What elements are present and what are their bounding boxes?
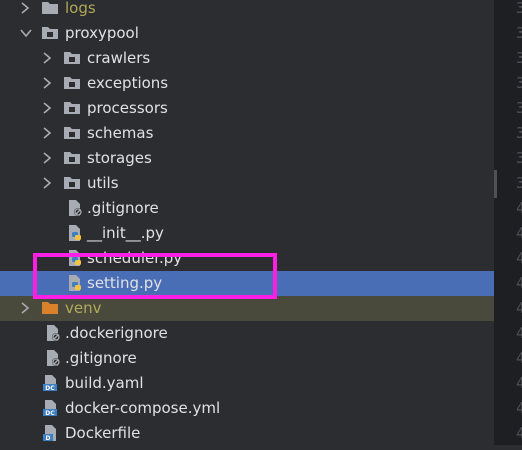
python-file-icon — [66, 224, 84, 242]
tree-item-label: .dockerignore — [65, 324, 168, 342]
tree-item-label: logs — [65, 0, 96, 17]
line-number: 4 — [516, 399, 522, 417]
annotation-highlight-box — [33, 253, 277, 299]
line-number: 4 — [516, 374, 522, 392]
tree-item-label: Dockerfile — [65, 424, 141, 442]
line-number: 4 — [516, 299, 522, 317]
tree-item-label: schemas — [87, 124, 154, 142]
tree-item-schemas[interactable]: schemas — [0, 121, 494, 146]
chevron-right-icon[interactable] — [20, 296, 32, 321]
docker-compose-file-icon: DC — [42, 399, 60, 417]
tree-item-gitignore-root[interactable]: .gitignore — [0, 346, 494, 371]
line-number: 3 — [516, 74, 522, 92]
line-number: 3 — [516, 174, 522, 192]
tree-item-label: storages — [87, 149, 152, 167]
tree-item-label: docker-compose.yml — [65, 399, 221, 417]
tree-item-label: proxypool — [65, 24, 139, 42]
tree-item-label: build.yaml — [65, 374, 144, 392]
tree-item-dockerfile[interactable]: D Dockerfile — [0, 421, 494, 446]
tree-item-label: processors — [87, 99, 168, 117]
chevron-right-icon[interactable] — [42, 121, 54, 146]
package-folder-icon — [63, 49, 81, 67]
svg-text:DC: DC — [45, 410, 55, 417]
dockerfile-icon: D — [42, 424, 60, 442]
tree-item-label: __init__.py — [87, 224, 164, 242]
chevron-right-icon[interactable] — [42, 171, 54, 196]
line-number: 4 — [516, 249, 522, 267]
package-folder-icon — [63, 124, 81, 142]
package-folder-icon — [63, 149, 81, 167]
line-number: 3 — [516, 0, 522, 17]
tree-item-logs[interactable]: logs — [0, 0, 494, 21]
line-number: 3 — [516, 49, 522, 67]
svg-text:D: D — [46, 435, 51, 442]
chevron-right-icon[interactable] — [42, 96, 54, 121]
scrollbar-marker[interactable] — [494, 170, 497, 198]
project-tree: logs proxypool crawlers exceptions proce… — [0, 0, 494, 445]
line-number: 4 — [516, 274, 522, 292]
tree-item-crawlers[interactable]: crawlers — [0, 46, 494, 71]
ignore-file-icon — [44, 349, 62, 367]
tree-item-label: venv — [65, 299, 102, 317]
line-number: 4 — [516, 349, 522, 367]
chevron-right-icon[interactable] — [42, 71, 54, 96]
tree-item-gitignore[interactable]: .gitignore — [0, 196, 494, 221]
line-number: 4 — [516, 424, 522, 442]
package-folder-icon — [41, 24, 59, 42]
package-folder-icon — [63, 99, 81, 117]
folder-icon — [41, 0, 59, 17]
tree-item-proxypool[interactable]: proxypool — [0, 21, 494, 46]
chevron-right-icon[interactable] — [42, 146, 54, 171]
chevron-right-icon[interactable] — [42, 46, 54, 71]
tree-item-venv[interactable]: venv — [0, 296, 494, 321]
tree-item-storages[interactable]: storages — [0, 146, 494, 171]
tree-item-processors[interactable]: processors — [0, 96, 494, 121]
line-number: 4 — [516, 224, 522, 242]
editor-gutter: 3 3 3 3 3 3 3 3 4 4 4 4 4 4 4 4 4 4 — [494, 0, 522, 445]
docker-compose-file-icon: DC — [42, 374, 60, 392]
ignore-file-icon — [66, 199, 84, 217]
chevron-down-icon[interactable] — [20, 21, 32, 46]
tree-item-label: utils — [87, 174, 119, 192]
package-folder-icon — [63, 174, 81, 192]
tree-item-utils[interactable]: utils — [0, 171, 494, 196]
tree-item-docker-compose-yml[interactable]: DC docker-compose.yml — [0, 396, 494, 421]
line-number: 3 — [516, 24, 522, 42]
tree-item-label: .gitignore — [65, 349, 137, 367]
tree-item-build-yaml[interactable]: DC build.yaml — [0, 371, 494, 396]
ignore-file-icon — [44, 324, 62, 342]
tree-item-dockerignore[interactable]: .dockerignore — [0, 321, 494, 346]
tree-item-label: exceptions — [87, 74, 169, 92]
line-number: 3 — [516, 149, 522, 167]
tree-item-label: .gitignore — [87, 199, 159, 217]
tree-item-init-py[interactable]: __init__.py — [0, 221, 494, 246]
line-number: 3 — [516, 99, 522, 117]
tree-item-exceptions[interactable]: exceptions — [0, 71, 494, 96]
line-number: 4 — [516, 199, 522, 217]
package-folder-icon — [63, 74, 81, 92]
line-number: 3 — [516, 124, 522, 142]
line-number: 4 — [516, 324, 522, 342]
tree-item-label: crawlers — [87, 49, 151, 67]
svg-text:DC: DC — [45, 385, 55, 392]
chevron-right-icon[interactable] — [20, 0, 32, 21]
excluded-folder-icon — [41, 299, 59, 317]
